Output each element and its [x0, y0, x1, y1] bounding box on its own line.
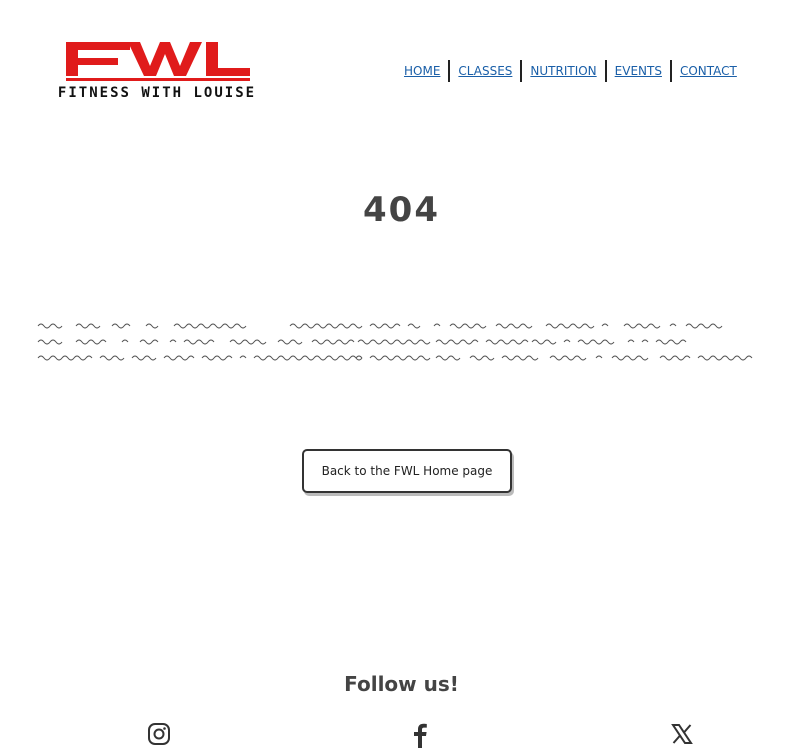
error-code-heading: 404 [363, 190, 440, 230]
logo-fwl-mark [66, 42, 250, 81]
error-message-scribble [37, 323, 753, 361]
follow-us-heading: Follow us! [344, 672, 459, 696]
nav-events[interactable]: EVENTS [607, 64, 670, 78]
nav-contact[interactable]: CONTACT [672, 64, 745, 78]
x-icon[interactable] [670, 722, 696, 748]
nav-home[interactable]: HOME [396, 64, 448, 78]
instagram-icon[interactable] [147, 722, 173, 748]
nav-nutrition[interactable]: NUTRITION [522, 64, 604, 78]
site-logo[interactable]: FITNESS WITH LOUISE [10, 38, 302, 102]
logo-subtitle: FITNESS WITH LOUISE [57, 85, 257, 101]
facebook-icon[interactable] [408, 722, 434, 748]
back-home-button[interactable]: Back to the FWL Home page [302, 449, 512, 493]
nav-classes[interactable]: CLASSES [450, 64, 520, 78]
main-nav: HOME CLASSES NUTRITION EVENTS CONTACT [396, 58, 745, 84]
